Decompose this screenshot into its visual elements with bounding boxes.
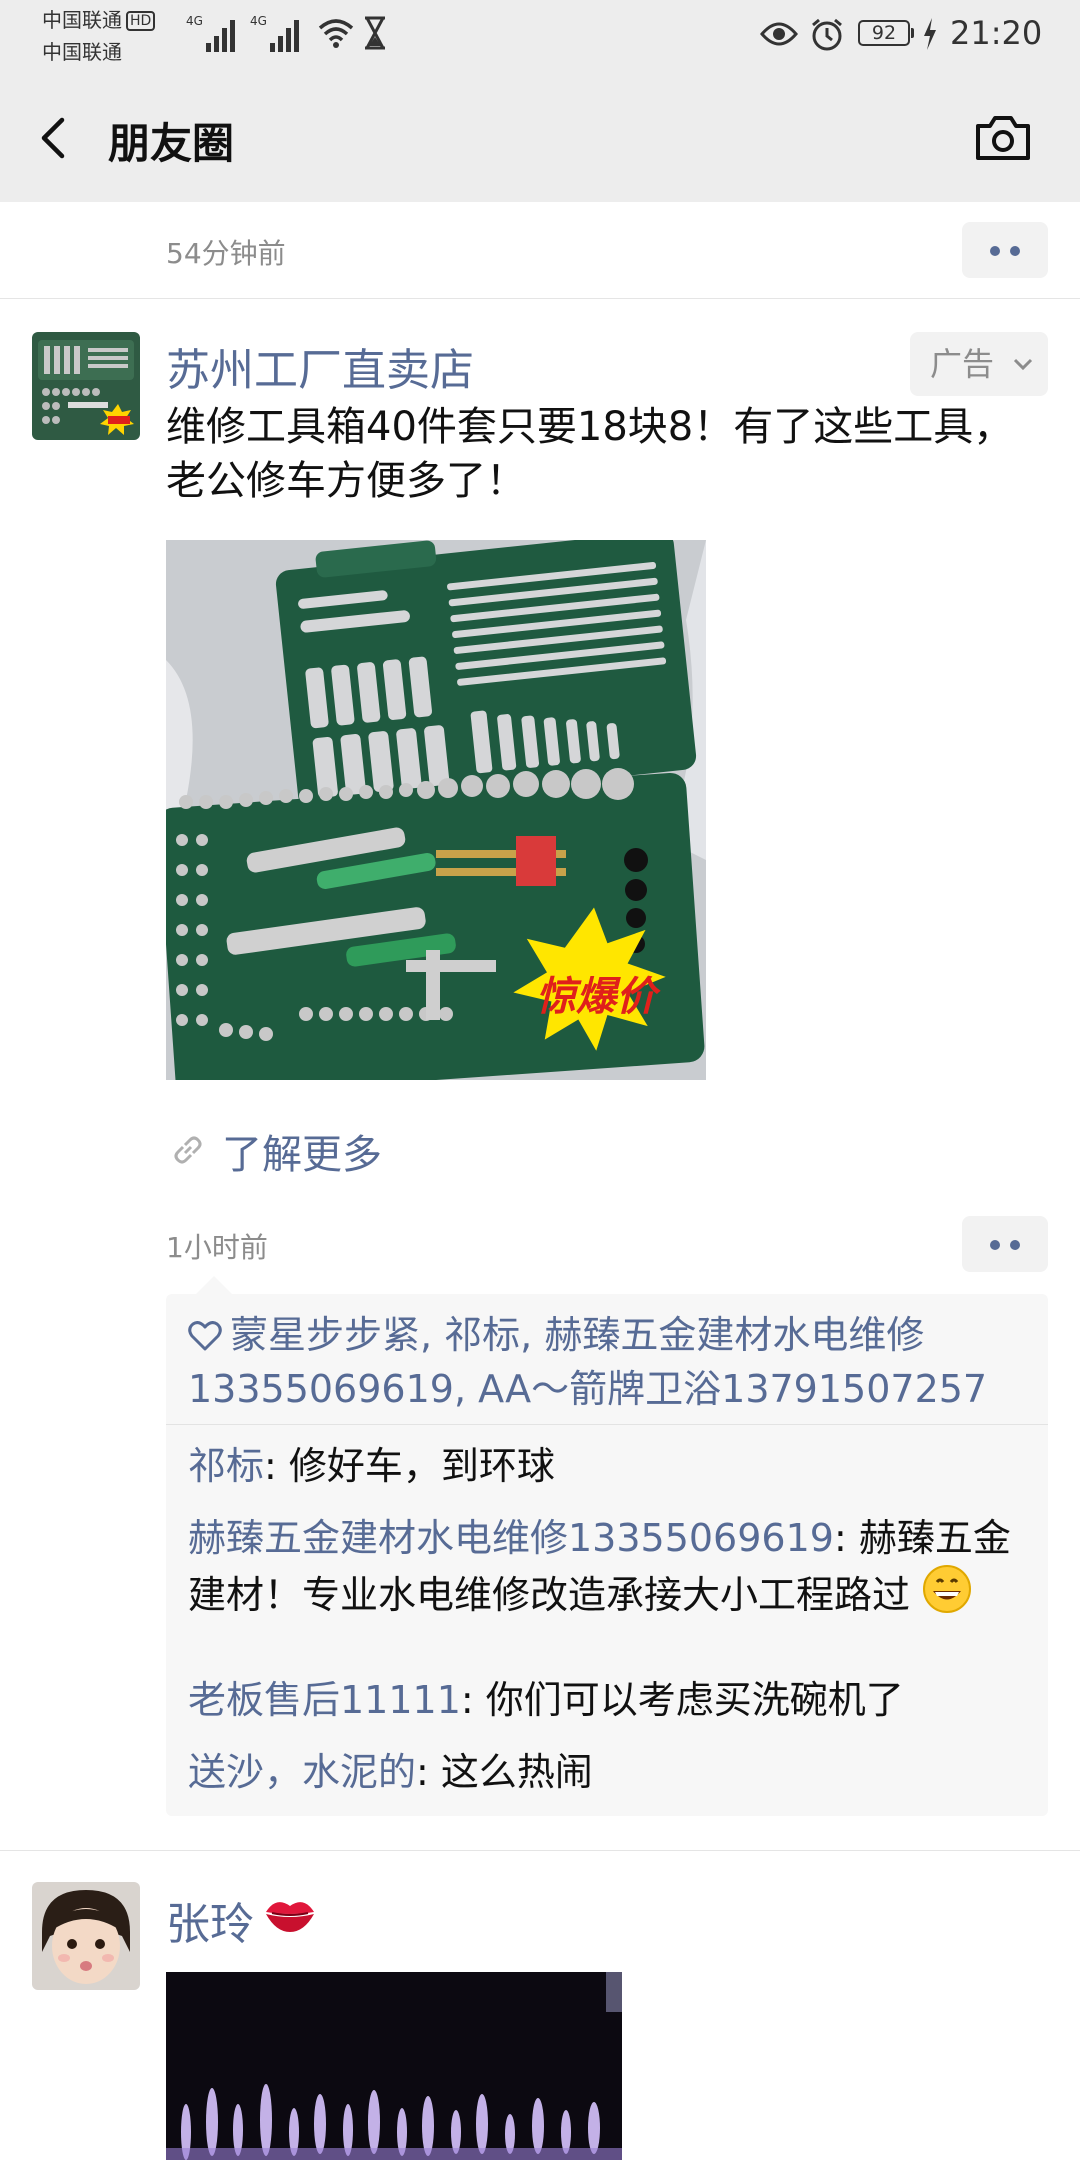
comment-item[interactable]: 赫臻五金建材水电维修13355069619: 赫臻五金建材！专业水电维修改造承接… bbox=[188, 1512, 1028, 1621]
avatar[interactable] bbox=[32, 332, 140, 440]
back-arrow-icon[interactable] bbox=[30, 112, 80, 162]
comment-author[interactable]: 赫臻五金建材水电维修13355069619 bbox=[188, 1516, 834, 1560]
comment-author[interactable]: 送沙，水泥的 bbox=[188, 1750, 416, 1794]
camera-icon[interactable] bbox=[974, 112, 1032, 162]
dot-icon bbox=[990, 1240, 1000, 1250]
fountain-photo bbox=[166, 1972, 622, 2160]
comment-item[interactable]: 送沙，水泥的: 这么热闹 bbox=[188, 1746, 1028, 1798]
post-image[interactable]: 惊爆价 bbox=[166, 540, 706, 1080]
dot-icon bbox=[1010, 1240, 1020, 1250]
dot-icon bbox=[1010, 246, 1020, 256]
charging-icon bbox=[924, 18, 936, 50]
grin-emoji-icon bbox=[923, 1565, 972, 1613]
likes-list[interactable]: 蒙星步步紧, 祁标, 赫臻五金建材水电维修13355069619, AA～箭牌卫… bbox=[188, 1308, 1028, 1416]
heart-icon bbox=[188, 1321, 222, 1351]
signal-1-icon bbox=[206, 18, 240, 52]
carrier-1-name: 中国联通 bbox=[42, 8, 122, 32]
author-name[interactable]: 苏州工厂直卖店 bbox=[166, 334, 474, 398]
carrier-2: 中国联通 bbox=[42, 40, 122, 64]
comment-box: 蒙星步步紧, 祁标, 赫臻五金建材水电维修13355069619, AA～箭牌卫… bbox=[166, 1276, 1048, 1816]
learn-more-label: 了解更多 bbox=[222, 1132, 382, 1178]
battery-tip bbox=[911, 28, 914, 38]
eye-icon bbox=[760, 22, 798, 46]
comment-text: : 你们可以考虑买洗碗机了 bbox=[460, 1678, 904, 1722]
avatar[interactable] bbox=[32, 1882, 140, 1990]
post-text: 维修工具箱40件套只要18块8！有了这些工具，老公修车方便多了！ bbox=[166, 404, 1014, 504]
post-divider bbox=[0, 1850, 1080, 1851]
page-title: 朋友圈 bbox=[108, 119, 235, 168]
status-bar: 中国联通 HD 中国联通 4G 4G 92 21:20 bbox=[0, 0, 1080, 72]
signal-2-icon bbox=[270, 18, 304, 52]
link-icon bbox=[174, 1136, 202, 1164]
post-time: 54分钟前 bbox=[166, 237, 286, 270]
more-actions-button[interactable] bbox=[962, 222, 1048, 278]
comment-author[interactable]: 祁标 bbox=[188, 1444, 264, 1488]
title-bar: 朋友圈 bbox=[0, 72, 1080, 202]
likes-names: 蒙星步步紧, 祁标, 赫臻五金建材水电维修13355069619, AA～箭牌卫… bbox=[188, 1313, 988, 1411]
post-video-thumbnail[interactable] bbox=[166, 1972, 622, 2160]
signal-1-label: 4G bbox=[186, 14, 203, 28]
alarm-icon bbox=[812, 18, 842, 51]
comment-text: : 这么热闹 bbox=[416, 1750, 593, 1794]
price-burst-badge: 惊爆价 bbox=[536, 974, 661, 1020]
toolbox-photo: 惊爆价 bbox=[166, 540, 706, 1080]
more-actions-button[interactable] bbox=[962, 1216, 1048, 1272]
comment-item[interactable]: 祁标: 修好车，到环球 bbox=[188, 1440, 1028, 1492]
kiss-lips-icon bbox=[266, 1902, 314, 1932]
hd-badge: HD bbox=[126, 11, 156, 31]
comment-text: : 修好车，到环球 bbox=[264, 1444, 555, 1488]
post-divider bbox=[0, 298, 1080, 299]
carrier-1: 中国联通 HD bbox=[42, 8, 156, 32]
post-time: 1小时前 bbox=[166, 1231, 268, 1264]
ad-badge[interactable]: 广告 bbox=[910, 332, 1048, 396]
likes-divider bbox=[166, 1424, 1048, 1425]
battery-indicator: 92 bbox=[858, 20, 910, 46]
hourglass-icon bbox=[365, 16, 385, 50]
ad-label: 广告 bbox=[930, 345, 995, 383]
clock: 21:20 bbox=[950, 14, 1043, 52]
chevron-down-icon bbox=[1013, 358, 1033, 371]
comment-author[interactable]: 老板售后11111 bbox=[188, 1678, 461, 1722]
signal-2-label: 4G bbox=[250, 14, 267, 28]
wifi-icon bbox=[318, 19, 354, 48]
dot-icon bbox=[990, 246, 1000, 256]
author-name[interactable]: 张玲 bbox=[166, 1888, 254, 1952]
comment-item[interactable]: 老板售后11111: 你们可以考虑买洗碗机了 bbox=[188, 1674, 1028, 1726]
